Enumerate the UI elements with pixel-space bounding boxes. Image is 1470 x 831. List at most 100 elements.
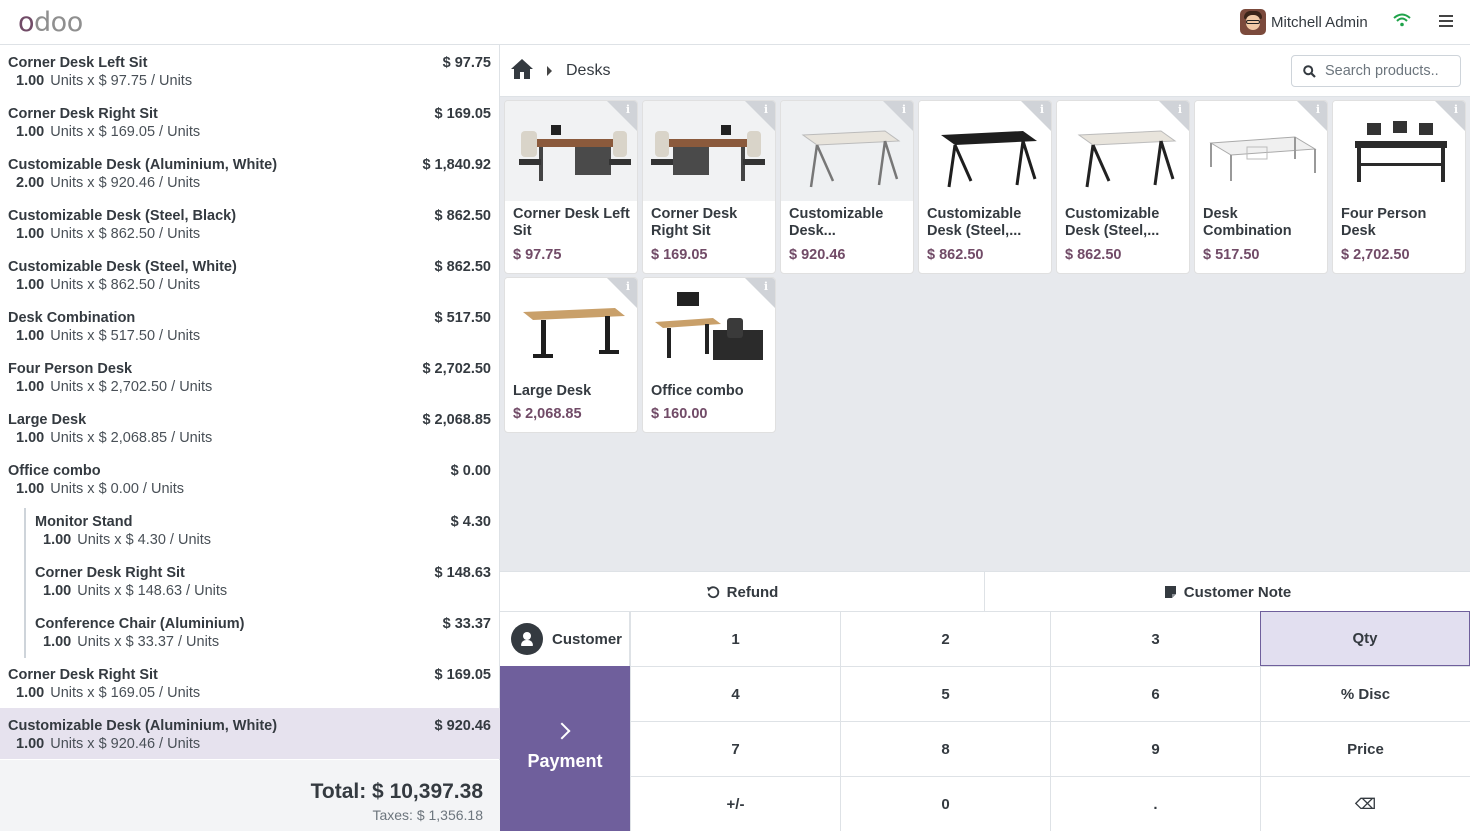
- order-line[interactable]: Customizable Desk (Aluminium, White) $ 1…: [0, 147, 500, 198]
- info-corner: [607, 101, 637, 131]
- product-card[interactable]: i Desk Combination $ 517.50: [1194, 100, 1328, 274]
- order-taxes: Taxes: $ 1,356.18: [372, 807, 483, 823]
- order-line[interactable]: Corner Desk Right Sit $ 169.05 1.00 Units…: [0, 96, 500, 147]
- product-card[interactable]: i Large Desk $ 2,068.85: [504, 277, 638, 433]
- customer-label: Customer: [552, 630, 623, 648]
- product-price: $ 517.50: [1203, 247, 1260, 263]
- order-line-unit: Units x $ 33.37 / Units: [77, 634, 220, 650]
- product-card[interactable]: i Customizable Desk (Steel,... $ 862.50: [1056, 100, 1190, 274]
- odoo-logo[interactable]: odoo: [18, 7, 83, 38]
- info-icon[interactable]: i: [1316, 103, 1320, 116]
- order-line-name: Customizable Desk (Aluminium, White): [8, 718, 278, 734]
- numpad-key-plus-minus[interactable]: +/-: [630, 776, 840, 831]
- order-line-combo-item[interactable]: Corner Desk Right Sit $ 148.63 1.00 Units…: [0, 555, 500, 606]
- product-card[interactable]: i Customizable Desk... $ 920.46: [780, 100, 914, 274]
- action-pad: Customer Payment: [500, 611, 630, 831]
- breadcrumb-category[interactable]: Desks: [566, 62, 610, 80]
- product-card[interactable]: i Corner Desk Left Sit $ 97.75: [504, 100, 638, 274]
- order-line-detail: 1.00 Units x $ 4.30 / Units: [43, 532, 211, 548]
- undo-icon: [706, 586, 719, 599]
- product-price: $ 97.75: [513, 247, 562, 263]
- search-input[interactable]: [1325, 60, 1455, 82]
- order-line[interactable]: Customizable Desk (Steel, Black) $ 862.5…: [0, 198, 500, 249]
- product-price: $ 920.46: [789, 247, 846, 263]
- order-line-name: Corner Desk Right Sit: [8, 106, 158, 122]
- info-icon[interactable]: i: [626, 280, 630, 293]
- product-name: Corner Desk Left Sit: [513, 206, 630, 239]
- numpad-key-1[interactable]: 1: [630, 611, 840, 666]
- order-line-detail: 1.00 Units x $ 862.50 / Units: [16, 277, 200, 293]
- home-icon[interactable]: [510, 58, 534, 80]
- order-line-qty: 1.00: [16, 481, 45, 497]
- product-price: $ 160.00: [651, 406, 708, 422]
- numpad-key-4[interactable]: 4: [630, 666, 840, 721]
- info-icon[interactable]: i: [764, 280, 768, 293]
- product-card[interactable]: i Corner Desk Right Sit $ 169.05: [642, 100, 776, 274]
- control-buttons: Refund Customer Note: [500, 571, 1470, 612]
- numpad-key-2[interactable]: 2: [840, 611, 1050, 666]
- order-line-name: Customizable Desk (Steel, White): [8, 259, 237, 275]
- hamburger-menu-icon[interactable]: [1439, 15, 1453, 27]
- order-line-unit: Units x $ 862.50 / Units: [50, 277, 201, 293]
- product-card[interactable]: i Four Person Desk $ 2,702.50: [1332, 100, 1466, 274]
- product-screen: Desks i Corner Desk: [500, 45, 1470, 831]
- product-card[interactable]: i Customizable Desk (Steel,... $ 862.50: [918, 100, 1052, 274]
- order-line[interactable]: Corner Desk Left Sit $ 97.75 1.00 Units x…: [0, 45, 500, 96]
- order-line-detail: 1.00 Units x $ 2,068.85 / Units: [16, 430, 212, 446]
- user-menu[interactable]: Mitchell Admin: [1240, 9, 1368, 35]
- refund-label: Refund: [726, 583, 779, 601]
- order-line[interactable]: Office combo $ 0.00 1.00 Units x $ 0.00 /…: [0, 453, 500, 504]
- numpad-mode-qty[interactable]: Qty: [1260, 611, 1470, 666]
- info-icon[interactable]: i: [764, 103, 768, 116]
- order-line-detail: 1.00 Units x $ 517.50 / Units: [16, 328, 200, 344]
- order-line[interactable]: Large Desk $ 2,068.85 1.00 Units x $ 2,06…: [0, 402, 500, 453]
- order-line[interactable]: Desk Combination $ 517.50 1.00 Units x $ …: [0, 300, 500, 351]
- order-totals: Total: $ 10,397.38 Taxes: $ 1,356.18: [0, 760, 500, 831]
- info-icon[interactable]: i: [1178, 103, 1182, 116]
- order-line-qty: 2.00: [16, 175, 45, 191]
- numpad-key-8[interactable]: 8: [840, 721, 1050, 776]
- numpad-key-3[interactable]: 3: [1050, 611, 1260, 666]
- numpad-key-6[interactable]: 6: [1050, 666, 1260, 721]
- order-line-detail: 1.00 Units x $ 169.05 / Units: [16, 685, 200, 701]
- order-line-detail: 1.00 Units x $ 169.05 / Units: [16, 124, 200, 140]
- order-line[interactable]: Corner Desk Right Sit $ 169.05 1.00 Units…: [0, 657, 500, 708]
- refund-button[interactable]: Refund: [500, 572, 985, 612]
- user-icon: [511, 623, 543, 655]
- info-icon[interactable]: i: [1040, 103, 1044, 116]
- order-line-price: $ 169.05: [434, 106, 491, 122]
- numpad-key-7[interactable]: 7: [630, 721, 840, 776]
- payment-button[interactable]: Payment: [500, 666, 630, 831]
- numpad-mode-discount[interactable]: % Disc: [1260, 666, 1470, 721]
- order-line-unit: Units x $ 2,068.85 / Units: [50, 430, 213, 446]
- info-icon[interactable]: i: [626, 103, 630, 116]
- order-line-combo-item[interactable]: Conference Chair (Aluminium) $ 33.37 1.0…: [0, 606, 500, 657]
- order-line-selected[interactable]: Customizable Desk (Aluminium, White) $ 9…: [0, 708, 500, 759]
- order-line-detail: 1.00 Units x $ 33.37 / Units: [43, 634, 219, 650]
- wifi-icon[interactable]: [1393, 13, 1411, 27]
- numpad-key-5[interactable]: 5: [840, 666, 1050, 721]
- search-box[interactable]: [1291, 55, 1461, 87]
- numpad: 1 2 3 Qty 4 5 6 % Disc 7 8 9 Price +/- 0…: [630, 611, 1470, 831]
- order-line-unit: Units x $ 920.46 / Units: [50, 175, 201, 191]
- numpad-key-decimal[interactable]: .: [1050, 776, 1260, 831]
- order-line-unit: Units x $ 4.30 / Units: [77, 532, 212, 548]
- order-line-qty: 1.00: [16, 226, 45, 242]
- info-icon[interactable]: i: [902, 103, 906, 116]
- backspace-icon[interactable]: ⌫: [1260, 776, 1470, 831]
- product-name: Customizable Desk (Steel,...: [1065, 206, 1160, 239]
- note-icon: [1164, 586, 1176, 598]
- order-line[interactable]: Customizable Desk (Steel, White) $ 862.5…: [0, 249, 500, 300]
- numpad-key-9[interactable]: 9: [1050, 721, 1260, 776]
- numpad-key-0[interactable]: 0: [840, 776, 1050, 831]
- order-line[interactable]: Four Person Desk $ 2,702.50 1.00 Units x …: [0, 351, 500, 402]
- customer-note-button[interactable]: Customer Note: [985, 572, 1470, 612]
- order-line-unit: Units x $ 97.75 / Units: [50, 73, 193, 89]
- order-line-combo-item[interactable]: Monitor Stand $ 4.30 1.00 Units x $ 4.30 …: [0, 504, 500, 555]
- product-price: $ 169.05: [651, 247, 708, 263]
- caret-right-icon: [547, 66, 552, 76]
- product-card[interactable]: i Office combo $ 160.00: [642, 277, 776, 433]
- info-icon[interactable]: i: [1454, 103, 1458, 116]
- customer-button[interactable]: Customer: [500, 611, 630, 666]
- numpad-mode-price[interactable]: Price: [1260, 721, 1470, 776]
